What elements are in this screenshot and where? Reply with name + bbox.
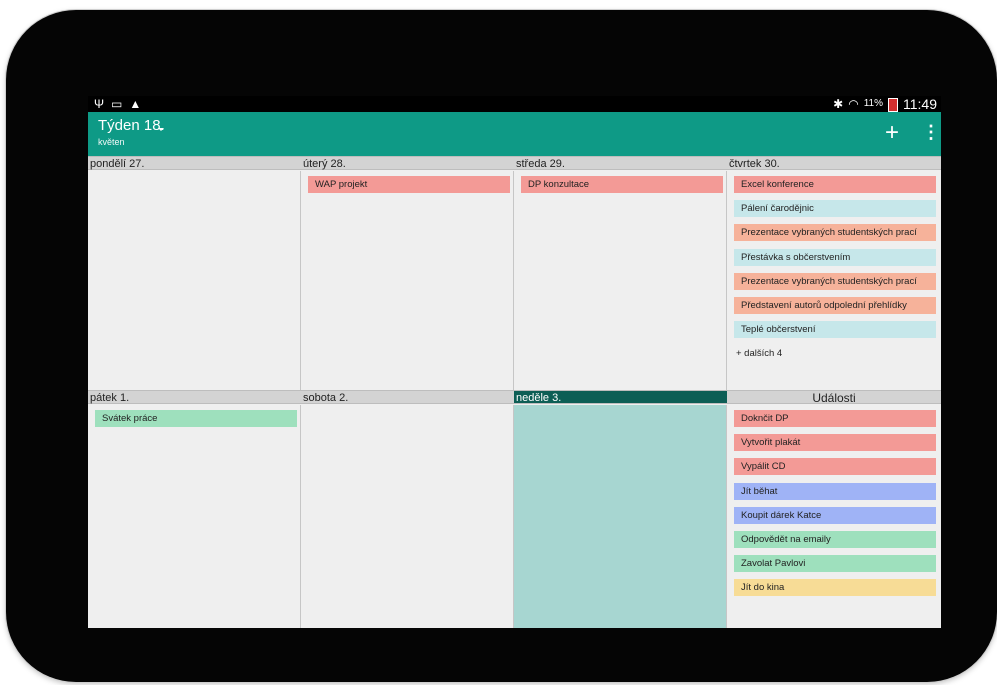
bluetooth-icon: ✱ <box>833 97 844 111</box>
action-bar: Týden 18. květen + ⋮ <box>88 112 941 156</box>
warning-icon: ▲ <box>129 97 142 111</box>
day-cell[interactable] <box>301 405 514 628</box>
day-header[interactable]: sobota 2. <box>301 390 514 404</box>
overflow-menu-button[interactable]: ⋮ <box>922 123 940 141</box>
screen-cast-icon: ▭ <box>111 97 123 111</box>
event-item[interactable]: DP konzultace <box>521 176 723 193</box>
event-item[interactable]: Prezentace vybraných studentských prací <box>734 224 936 242</box>
task-item[interactable]: Zavolat Pavlovi <box>734 555 936 573</box>
chevron-down-icon[interactable] <box>158 128 164 131</box>
status-bar-left: Ψ ▭ ▲ <box>94 96 141 112</box>
battery-icon <box>888 97 898 112</box>
tasks-cell[interactable]: Doknčit DP Vytvořit plakát Vypálit CD Jít b… <box>727 405 941 628</box>
event-item[interactable]: Teplé občerstvení <box>734 321 936 339</box>
task-item[interactable]: Jít běhat <box>734 482 936 500</box>
day-cell[interactable]: DP konzultace <box>514 171 727 390</box>
day-header[interactable]: neděle 3. <box>514 390 727 404</box>
month-subtitle: květen <box>98 137 125 147</box>
task-item[interactable]: Vypálit CD <box>734 458 936 476</box>
tasks-header[interactable]: Události <box>727 390 941 405</box>
day-header[interactable]: čtvrtek 30. <box>727 156 941 170</box>
status-bar-right: ✱ ◠ 11% 11:49 <box>833 96 937 112</box>
day-cell[interactable]: WAP projekt <box>301 171 514 390</box>
day-cell[interactable]: Svátek práce <box>88 405 301 628</box>
task-item[interactable]: Koupit dárek Katce <box>734 506 936 524</box>
task-item[interactable]: Odpovědět na emaily <box>734 531 936 548</box>
wifi-icon: ◠ <box>848 97 859 111</box>
task-item[interactable]: Vytvořit plakát <box>734 434 936 452</box>
more-events-link[interactable]: + dalších 4 <box>729 345 782 362</box>
day-header[interactable]: pátek 1. <box>88 390 301 404</box>
task-item[interactable]: Doknčit DP <box>734 410 936 427</box>
week-title[interactable]: Týden 18. <box>98 117 165 134</box>
week-grid: pondělí 27. úterý 28. WAP projekt středa 29… <box>88 156 941 628</box>
add-event-button[interactable]: + <box>885 121 899 145</box>
day-cell[interactable] <box>88 171 301 390</box>
event-item[interactable]: WAP projekt <box>308 176 510 193</box>
day-cell[interactable]: Excel konference Pálení čarodějnic Prezent… <box>727 171 941 390</box>
clock: 11:49 <box>903 96 937 112</box>
event-item[interactable]: Excel konference <box>734 176 936 193</box>
event-item[interactable]: Prezentace vybraných studentských prací <box>734 272 936 290</box>
screen: Ψ ▭ ▲ ✱ ◠ 11% 11:49 Týden 18. květen + ⋮… <box>88 96 941 628</box>
event-item[interactable]: Přestávka s občerstvením <box>734 248 936 266</box>
event-item[interactable]: Pálení čarodějnic <box>734 200 936 218</box>
usb-icon: Ψ <box>94 97 105 111</box>
tablet-frame: Ψ ▭ ▲ ✱ ◠ 11% 11:49 Týden 18. květen + ⋮… <box>6 10 997 682</box>
day-cell[interactable] <box>514 405 727 628</box>
task-item[interactable]: Jít do kina <box>734 579 936 597</box>
event-item[interactable]: Svátek práce <box>95 410 297 427</box>
day-header[interactable]: pondělí 27. <box>88 156 301 170</box>
status-bar: Ψ ▭ ▲ ✱ ◠ 11% 11:49 <box>88 96 941 112</box>
battery-percent: 11% <box>863 98 883 109</box>
day-header[interactable]: středa 29. <box>514 156 727 170</box>
day-header[interactable]: úterý 28. <box>301 156 514 170</box>
event-item[interactable]: Představení autorů odpolední přehlídky <box>734 297 936 314</box>
